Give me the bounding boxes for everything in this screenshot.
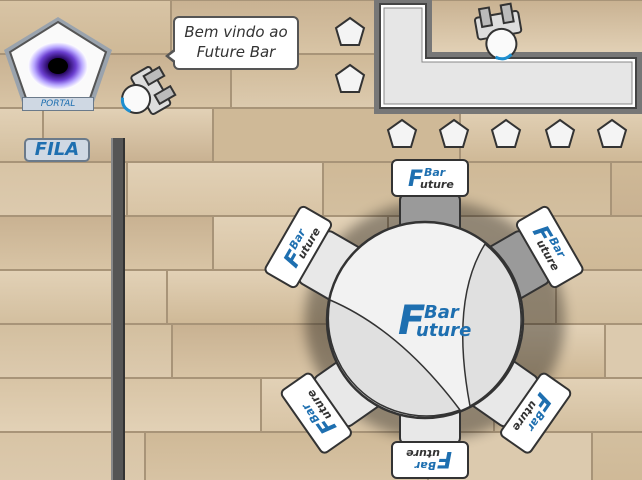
- portal[interactable]: [4, 17, 112, 108]
- bar-stool[interactable]: [334, 63, 366, 93]
- bar-stool[interactable]: [438, 118, 470, 148]
- bar-stool[interactable]: [334, 16, 366, 46]
- scene-graphics: F Bar uture F Bar uture F Bar uture F Ba…: [4, 0, 642, 479]
- speech-bubble: Bem vindo ao Future Bar: [165, 16, 299, 70]
- logo-word2: uture: [416, 320, 471, 341]
- svg-text:uture: uture: [420, 178, 454, 191]
- bar-stool[interactable]: [490, 118, 522, 148]
- bar-stool[interactable]: [544, 118, 576, 148]
- svg-text:uture: uture: [406, 447, 440, 460]
- speech-line-1: Bem vindo ao: [184, 23, 288, 41]
- game-scene: F Bar uture F Bar uture F Bar uture F Ba…: [0, 0, 642, 480]
- portal-label: PORTAL: [22, 97, 94, 111]
- bar-stool[interactable]: [596, 118, 628, 148]
- speech-line-2: Future Bar: [196, 43, 276, 61]
- bar-stool[interactable]: [386, 118, 418, 148]
- customer-robot[interactable]: [113, 62, 178, 125]
- queue-sign: FILA: [24, 138, 90, 162]
- queue-rail: [111, 138, 125, 480]
